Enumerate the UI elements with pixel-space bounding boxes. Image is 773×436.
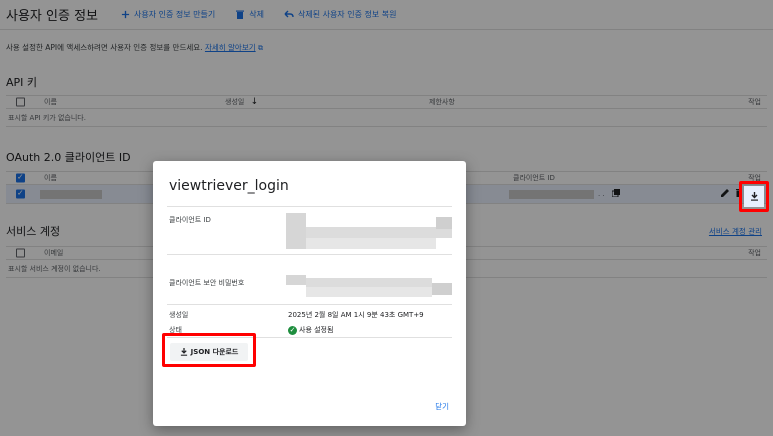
- client-secret-label: 클라이언트 보안 비밀번호: [169, 279, 245, 287]
- dialog-title: viewtriever_login: [169, 178, 289, 194]
- created-label: 생성일: [169, 311, 189, 319]
- client-id-label: 클라이언트 ID: [169, 216, 211, 224]
- client-details-dialog: viewtriever_login 클라이언트 ID 클라이언트 보안 비밀번호…: [153, 161, 466, 426]
- check-circle-icon: ✓: [288, 325, 297, 335]
- credentials-page: 사용자 인증 정보 사용자 인증 정보 만들기 삭제 삭제된 사용자 인증 정보…: [0, 0, 773, 436]
- close-button[interactable]: 닫기: [435, 401, 449, 412]
- download-icon-highlighted[interactable]: [744, 186, 764, 207]
- dialog-divider-1: [167, 254, 452, 255]
- dialog-divider-2: [167, 304, 452, 305]
- status-value: ✓ 사용 설정됨: [288, 325, 333, 335]
- json-download-highlight-box: [162, 333, 256, 367]
- created-value: 2025년 2월 8일 AM 1시 9분 43초 GMT+9: [288, 311, 424, 319]
- client-secret-redacted-value: [286, 275, 452, 303]
- client-id-redacted-value: [286, 213, 452, 249]
- status-text: 사용 설정됨: [299, 326, 334, 334]
- dialog-divider-top: [167, 206, 452, 207]
